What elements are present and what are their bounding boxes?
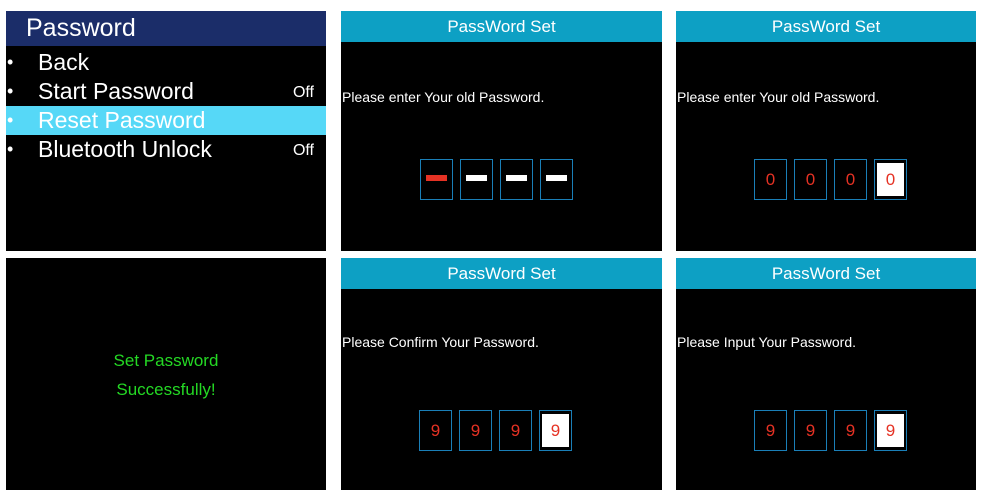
- digit-value: 0: [765, 170, 776, 189]
- digit-field-2[interactable]: [460, 159, 493, 200]
- bluetooth-unlock-status: Off: [292, 142, 314, 159]
- bullet: •: [7, 81, 14, 101]
- screen-header: PassWord Set: [676, 11, 976, 42]
- digit-value: 9: [430, 421, 441, 440]
- success-line-1: Set Password: [113, 351, 219, 370]
- screen-header: PassWord Set: [341, 258, 662, 289]
- digit-field-4[interactable]: 9: [539, 410, 572, 451]
- menu-item-start-password[interactable]: • Start Password Off: [6, 77, 326, 106]
- digit-field-3[interactable]: 0: [834, 159, 867, 200]
- empty-dash: [546, 175, 567, 181]
- digit-field-2[interactable]: 0: [794, 159, 827, 200]
- digit-value: 0: [805, 170, 816, 189]
- digit-field-3[interactable]: 9: [834, 410, 867, 451]
- digit-field-4[interactable]: 0: [874, 159, 907, 200]
- confirm-password-screen: PassWord Set Please Confirm Your Passwor…: [341, 258, 662, 490]
- digit-value: 9: [510, 421, 521, 440]
- menu-title: Password: [6, 11, 326, 46]
- digit-value: 9: [845, 421, 856, 440]
- menu-item-reset-password[interactable]: • Reset Password: [6, 106, 326, 135]
- old-password-empty-screen: PassWord Set Please enter Your old Passw…: [341, 11, 662, 251]
- bullet: •: [7, 139, 14, 159]
- menu-item-back[interactable]: • Back: [6, 48, 326, 77]
- digit-field-4[interactable]: [540, 159, 573, 200]
- password-prompt: Please Input Your Password.: [677, 334, 857, 350]
- digit-value: 0: [877, 163, 904, 196]
- bullet: •: [7, 110, 14, 130]
- password-prompt: Please Confirm Your Password.: [342, 334, 539, 350]
- menu-item-bluetooth-unlock[interactable]: • Bluetooth Unlock Off: [6, 135, 326, 164]
- input-password-screen: PassWord Set Please Input Your Password.…: [676, 258, 976, 490]
- digit-field-3[interactable]: 9: [499, 410, 532, 451]
- menu-item-label: Back: [38, 49, 90, 75]
- digit-value: 9: [470, 421, 481, 440]
- digit-field-3[interactable]: [500, 159, 533, 200]
- start-password-status: Off: [292, 84, 314, 101]
- password-menu-screen: Password • Back • Start Password Off • R…: [6, 11, 326, 251]
- digit-field-4[interactable]: 9: [874, 410, 907, 451]
- old-password-entered-screen: PassWord Set Please enter Your old Passw…: [676, 11, 976, 251]
- success-screen: Set Password Successfully!: [6, 258, 326, 490]
- bullet: •: [7, 52, 14, 72]
- password-prompt: Please enter Your old Password.: [677, 89, 880, 105]
- digit-value: 0: [845, 170, 856, 189]
- screen-header: PassWord Set: [676, 258, 976, 289]
- digit-value: 9: [765, 421, 776, 440]
- empty-dash: [466, 175, 487, 181]
- menu-item-label: Bluetooth Unlock: [38, 136, 212, 162]
- success-line-2: Successfully!: [116, 380, 216, 399]
- digit-field-2[interactable]: 9: [794, 410, 827, 451]
- menu-item-label: Reset Password: [38, 107, 206, 133]
- digit-field-2[interactable]: 9: [459, 410, 492, 451]
- digit-value: 9: [877, 414, 904, 447]
- digit-field-1[interactable]: 9: [754, 410, 787, 451]
- digit-field-1[interactable]: 9: [419, 410, 452, 451]
- digit-value: 9: [542, 414, 569, 447]
- empty-dash: [506, 175, 527, 181]
- screen-header: PassWord Set: [341, 11, 662, 42]
- digit-field-1[interactable]: [420, 159, 453, 200]
- menu-item-label: Start Password: [38, 78, 194, 104]
- digit-field-1[interactable]: 0: [754, 159, 787, 200]
- digit-value: 9: [805, 421, 816, 440]
- cursor-dash: [426, 175, 447, 181]
- password-prompt: Please enter Your old Password.: [342, 89, 545, 105]
